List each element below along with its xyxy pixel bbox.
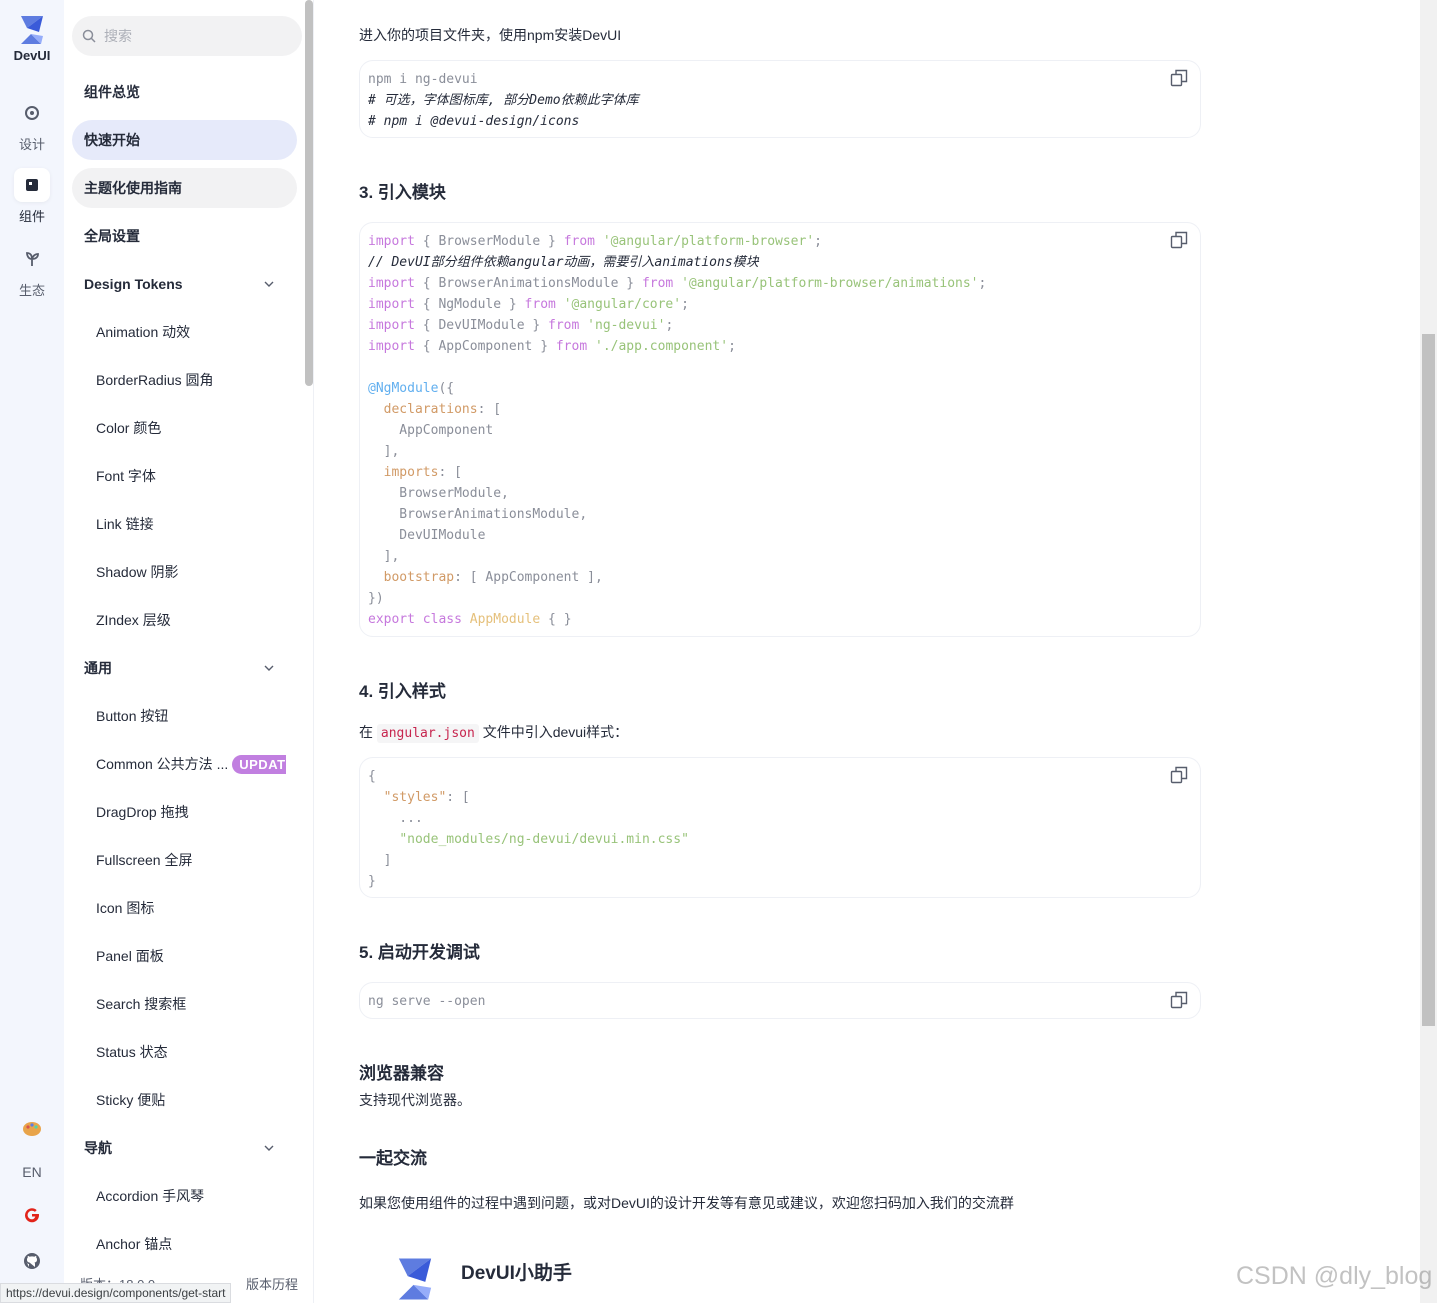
nav-item-font[interactable]: Font 字体 [96, 456, 286, 496]
nav-item-sticky[interactable]: Sticky 便贴 [96, 1080, 286, 1120]
devui-helper-logo [398, 1258, 432, 1300]
nav-item-shadow[interactable]: Shadow 阴影 [96, 552, 286, 592]
code-block-module: import { BrowserModule } from '@angular/… [359, 222, 1201, 637]
watermark: CSDN @dly_blog [1236, 1262, 1433, 1290]
brand[interactable]: DevUI [0, 14, 64, 63]
code-text: { "styles": [ ... "node_modules/ng-devui… [368, 769, 689, 889]
style-instruction: 在 angular.json 文件中引入devui样式： [359, 722, 629, 743]
intro-text: 进入你的项目文件夹，使用npm安装DevUI [359, 27, 622, 43]
group-navigation[interactable]: 导航 [84, 1128, 274, 1168]
chevron-down-icon [264, 1145, 274, 1151]
nav-item-dragdrop[interactable]: DragDrop 拖拽 [96, 792, 286, 832]
github-icon[interactable] [0, 1252, 64, 1273]
community-text: 如果您使用组件的过程中遇到问题，或对DevUI的设计开发等有意见或建议，欢迎您扫… [359, 1195, 1014, 1211]
nav-item-link[interactable]: Link 链接 [96, 504, 286, 544]
sidebar-scrollbar[interactable] [305, 0, 313, 386]
style-post: 文件中引入devui样式： [482, 724, 629, 740]
ecology-icon [14, 242, 50, 276]
rail-item-ecology[interactable]: 生态 [0, 242, 64, 299]
code-text: npm i ng-devui # 可选，字体图标库, 部分Demo依赖此字体库 … [368, 72, 639, 129]
rail-label: 组件 [18, 209, 45, 224]
heading-import-module: 3. 引入模块 [359, 183, 446, 202]
heading-community: 一起交流 [359, 1149, 427, 1168]
code-text: ng serve --open [368, 994, 486, 1009]
helper-name: DevUI小助手 [461, 1263, 572, 1284]
nav-item-accordion[interactable]: Accordion 手风琴 [96, 1176, 286, 1216]
heading-browser-compat: 浏览器兼容 [359, 1064, 444, 1083]
nav-global-config[interactable]: 全局设置 [72, 216, 297, 256]
nav-get-start[interactable]: 快速开始 [72, 120, 297, 160]
group-general[interactable]: 通用 [84, 648, 274, 688]
browser-text: 支持现代浏览器。 [359, 1092, 471, 1108]
nav-item-fullscreen[interactable]: Fullscreen 全屏 [96, 840, 286, 880]
copy-icon[interactable] [1170, 766, 1188, 784]
app-rail: DevUI 设计 组件 生态 EN [0, 0, 64, 1303]
group-label: 导航 [84, 1140, 112, 1156]
search-box[interactable] [72, 16, 302, 56]
nav-item-search[interactable]: Search 搜索框 [96, 984, 286, 1024]
code-block-install: npm i ng-devui # 可选，字体图标库, 部分Demo依赖此字体库 … [359, 60, 1201, 138]
code-block-serve: ng serve --open [359, 982, 1201, 1019]
inline-code-angular-json: angular.json [376, 724, 479, 743]
nav-item-icon[interactable]: Icon 图标 [96, 888, 286, 928]
nav-item-button[interactable]: Button 按钮 [96, 696, 286, 736]
update-badge: UPDATE [232, 754, 286, 774]
design-icon [14, 96, 50, 130]
heading-run-dev: 5. 启动开发调试 [359, 943, 480, 962]
group-design-tokens[interactable]: Design Tokens [84, 264, 274, 304]
rail-item-component[interactable]: 组件 [0, 168, 64, 225]
brand-name: DevUI [13, 48, 51, 63]
nav-item-panel[interactable]: Panel 面板 [96, 936, 286, 976]
code-text: import { BrowserModule } from '@angular/… [368, 234, 987, 627]
nav-item-color[interactable]: Color 颜色 [96, 408, 286, 448]
chevron-down-icon [264, 281, 274, 287]
component-icon [14, 168, 50, 202]
rail-item-design[interactable]: 设计 [0, 96, 64, 153]
copy-icon[interactable] [1170, 69, 1188, 87]
nav-theme-guide[interactable]: 主题化使用指南 [72, 168, 297, 208]
nav-overview[interactable]: 组件总览 [72, 72, 297, 112]
style-pre: 在 [359, 724, 373, 740]
search-input[interactable] [104, 28, 284, 44]
group-label: 通用 [84, 660, 112, 676]
nav-item-anchor[interactable]: Anchor 锚点 [96, 1224, 286, 1264]
sidebar: 组件总览 快速开始 主题化使用指南 全局设置 Design Tokens Ani… [64, 0, 314, 1303]
nav-item-status[interactable]: Status 状态 [96, 1032, 286, 1072]
heading-import-style: 4. 引入样式 [359, 682, 446, 701]
page-scrollbar-thumb[interactable] [1422, 334, 1435, 1026]
version-history-link[interactable]: 版本历程 [246, 1274, 298, 1293]
lang-switch[interactable]: EN [0, 1164, 64, 1180]
palette-icon[interactable] [0, 1120, 64, 1141]
search-icon [82, 29, 96, 43]
chevron-down-icon [264, 665, 274, 671]
nav-item-common[interactable]: Common 公共方法 ... UPDATE [96, 744, 286, 784]
g-logo-icon[interactable] [0, 1206, 64, 1227]
code-block-styles: { "styles": [ ... "node_modules/ng-devui… [359, 757, 1201, 898]
rail-label: 设计 [18, 137, 45, 152]
devui-logo [21, 16, 43, 44]
nav-item-animation[interactable]: Animation 动效 [96, 312, 286, 352]
nav-item-label: Common 公共方法 ... [96, 756, 229, 772]
nav-item-borderradius[interactable]: BorderRadius 圆角 [96, 360, 286, 400]
copy-icon[interactable] [1170, 991, 1188, 1009]
group-label: Design Tokens [84, 276, 183, 292]
rail-label: 生态 [18, 283, 45, 298]
status-url: https://devui.design/components/get-star… [0, 1283, 232, 1303]
nav-item-zindex[interactable]: ZIndex 层级 [96, 600, 286, 640]
copy-icon[interactable] [1170, 231, 1188, 249]
